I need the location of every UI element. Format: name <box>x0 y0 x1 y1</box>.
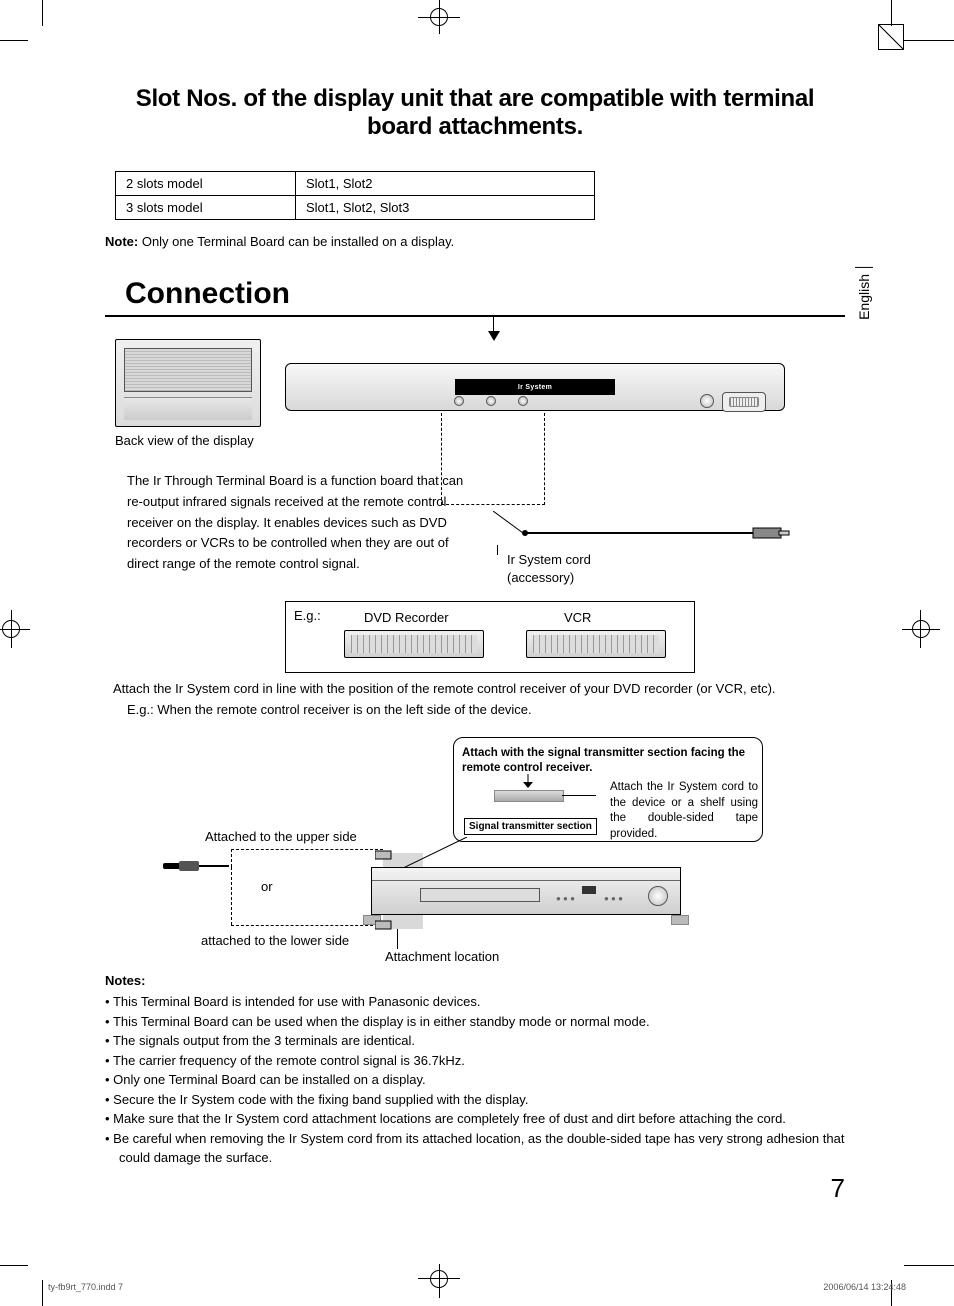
list-item: This Terminal Board can be used when the… <box>105 1012 845 1032</box>
attachment-diagram: Attach with the signal transmitter secti… <box>113 729 845 965</box>
terminal-jack-icon <box>518 396 528 406</box>
arrow-down-icon <box>488 331 500 341</box>
footer-left: ty-fb9rt_770.indd 7 <box>48 1282 123 1292</box>
cord-illustration <box>493 511 793 541</box>
device-label: VCR <box>564 610 591 625</box>
list-item: Make sure that the Ir System cord attach… <box>105 1109 845 1129</box>
table-row: 3 slots model Slot1, Slot2, Slot3 <box>116 196 595 220</box>
port-icon <box>722 392 766 412</box>
connection-diagram: Back view of the display Ir System Ir Sy… <box>115 333 845 673</box>
vcr-illustration <box>526 630 666 658</box>
stand-icon <box>671 915 689 925</box>
note-text: Only one Terminal Board can be installed… <box>138 234 454 249</box>
cell: 2 slots model <box>116 172 296 196</box>
side-note: Attach the Ir System cord to the device … <box>610 780 758 842</box>
description-text: The Ir Through Terminal Board is a funct… <box>127 471 479 575</box>
note-line: Note: Only one Terminal Board can be ins… <box>105 234 845 249</box>
cell: Slot1, Slot2, Slot3 <box>296 196 595 220</box>
upper-label: Attached to the upper side <box>205 829 357 844</box>
slots-table: 2 slots model Slot1, Slot2 3 slots model… <box>115 171 595 220</box>
notes-heading: Notes: <box>105 973 845 988</box>
attach-instruction: Attach the Ir System cord in line with t… <box>113 681 845 696</box>
footer-right: 2006/06/14 13:24:48 <box>823 1282 906 1292</box>
eg-label: E.g.: <box>294 608 321 623</box>
callout-box: Attach with the signal transmitter secti… <box>453 737 763 842</box>
list-item: The carrier frequency of the remote cont… <box>105 1051 845 1071</box>
signal-transmitter-label: Signal transmitter section <box>464 818 597 835</box>
list-item: Be careful when removing the Ir System c… <box>105 1129 845 1168</box>
attach-example: E.g.: When the remote control receiver i… <box>127 702 845 717</box>
table-row: 2 slots model Slot1, Slot2 <box>116 172 595 196</box>
terminal-jack-icon <box>486 396 496 406</box>
attachment-location-label: Attachment location <box>385 949 499 964</box>
plug-illustration <box>163 861 227 871</box>
list-item: This Terminal Board is intended for use … <box>105 992 845 1012</box>
screw-icon <box>700 394 714 408</box>
list-item: Secure the Ir System code with the fixin… <box>105 1090 845 1110</box>
cell: 3 slots model <box>116 196 296 220</box>
display-back-illustration <box>115 339 261 427</box>
page-title: Slot Nos. of the display unit that are c… <box>105 85 845 141</box>
cord-label: Ir System cord (accessory) <box>507 551 591 586</box>
notes-list: This Terminal Board is intended for use … <box>105 992 845 1168</box>
page-number: 7 <box>831 1173 845 1204</box>
or-label: or <box>261 879 273 894</box>
list-item: The signals output from the 3 terminals … <box>105 1031 845 1051</box>
transmitter-small-icon <box>375 847 395 869</box>
device-label: DVD Recorder <box>364 610 449 625</box>
list-item: Only one Terminal Board can be installed… <box>105 1070 845 1090</box>
section-heading: Connection <box>105 277 845 313</box>
ir-system-badge: Ir System <box>455 379 615 395</box>
dvd-recorder-illustration <box>344 630 484 658</box>
callout-heading: Attach with the signal transmitter secti… <box>462 746 754 776</box>
terminal-board-illustration: Ir System <box>285 363 785 411</box>
divider <box>105 315 845 317</box>
transmitter-small-icon <box>375 919 395 933</box>
lower-label: attached to the lower side <box>201 933 349 948</box>
display-caption: Back view of the display <box>115 433 254 448</box>
arrow-down-icon <box>518 774 538 788</box>
device-front-illustration: ● ● ● ● ● ● <box>371 867 681 915</box>
cell: Slot1, Slot2 <box>296 172 595 196</box>
note-label: Note: <box>105 234 138 249</box>
terminal-jack-icon <box>454 396 464 406</box>
example-box: E.g.: DVD Recorder VCR <box>285 601 695 673</box>
language-tab: English <box>855 267 873 326</box>
footer: ty-fb9rt_770.indd 7 2006/06/14 13:24:48 <box>48 1282 906 1292</box>
